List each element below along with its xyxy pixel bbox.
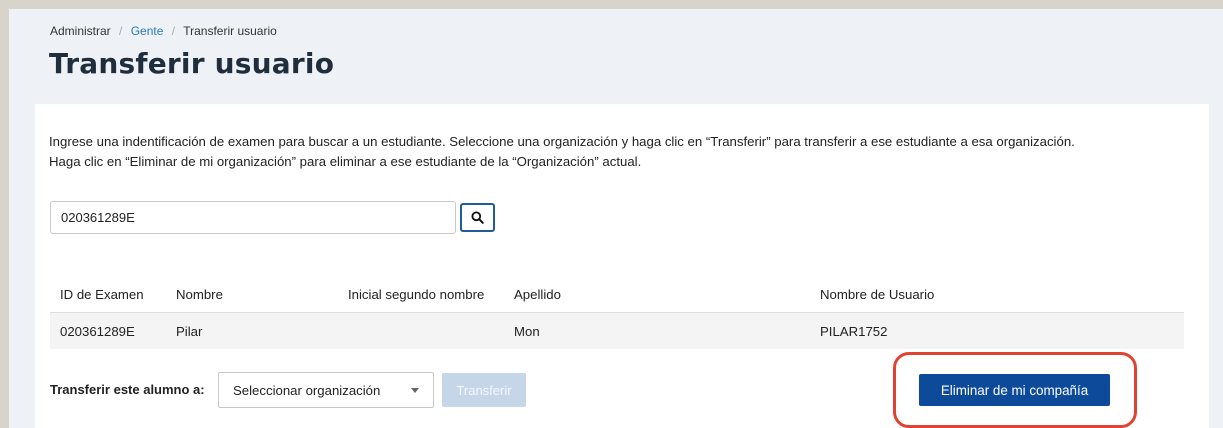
remove-from-company-button[interactable]: Eliminar de mi compañía (919, 374, 1110, 406)
breadcrumb-administrar[interactable]: Administrar (50, 24, 111, 38)
header-id-examen: ID de Examen (50, 276, 166, 313)
cell-nombre: Pilar (166, 312, 338, 349)
breadcrumb-gente-link[interactable]: Gente (131, 24, 164, 38)
instructions-line-2: Haga clic en “Eliminar de mi organizació… (49, 154, 642, 169)
search-icon (471, 211, 484, 224)
header-nombre: Nombre (166, 276, 338, 313)
content-panel: Ingrese una indentificación de examen pa… (35, 104, 1209, 428)
cell-apellido: Mon (504, 312, 810, 349)
table-row[interactable]: 020361289E Pilar Mon PILAR1752 (50, 312, 1184, 349)
organization-select-value: Seleccionar organización (233, 382, 381, 398)
header-apellido: Apellido (504, 276, 810, 313)
header-inicial-segundo-nombre: Inicial segundo nombre (338, 276, 504, 313)
breadcrumb: Administrar / Gente / Transferir usuario (50, 24, 277, 38)
app-frame: Administrar / Gente / Transferir usuario… (9, 9, 1223, 428)
transfer-label: Transferir este alumno a: (50, 382, 205, 397)
breadcrumb-current: Transferir usuario (183, 24, 277, 38)
breadcrumb-separator: / (119, 24, 123, 38)
cell-inicial-segundo-nombre (338, 312, 504, 349)
instructions-text: Ingrese una indentificación de examen pa… (49, 132, 1199, 172)
header-nombre-de-usuario: Nombre de Usuario (810, 276, 1184, 313)
search-input[interactable] (50, 201, 456, 234)
cell-nombre-de-usuario: PILAR1752 (810, 312, 1184, 349)
organization-select[interactable]: Seleccionar organización (218, 372, 434, 408)
cell-id-examen: 020361289E (50, 312, 166, 349)
page-title: Transferir usuario (49, 47, 335, 80)
results-table: ID de Examen Nombre Inicial segundo nomb… (50, 276, 1184, 349)
breadcrumb-separator: / (171, 24, 176, 38)
chevron-down-icon (411, 387, 419, 393)
search-button[interactable] (460, 203, 495, 232)
instructions-line-1: Ingrese una indentificación de examen pa… (49, 134, 1075, 149)
table-header-row: ID de Examen Nombre Inicial segundo nomb… (50, 276, 1184, 313)
transfer-button[interactable]: Transferir (442, 373, 526, 407)
